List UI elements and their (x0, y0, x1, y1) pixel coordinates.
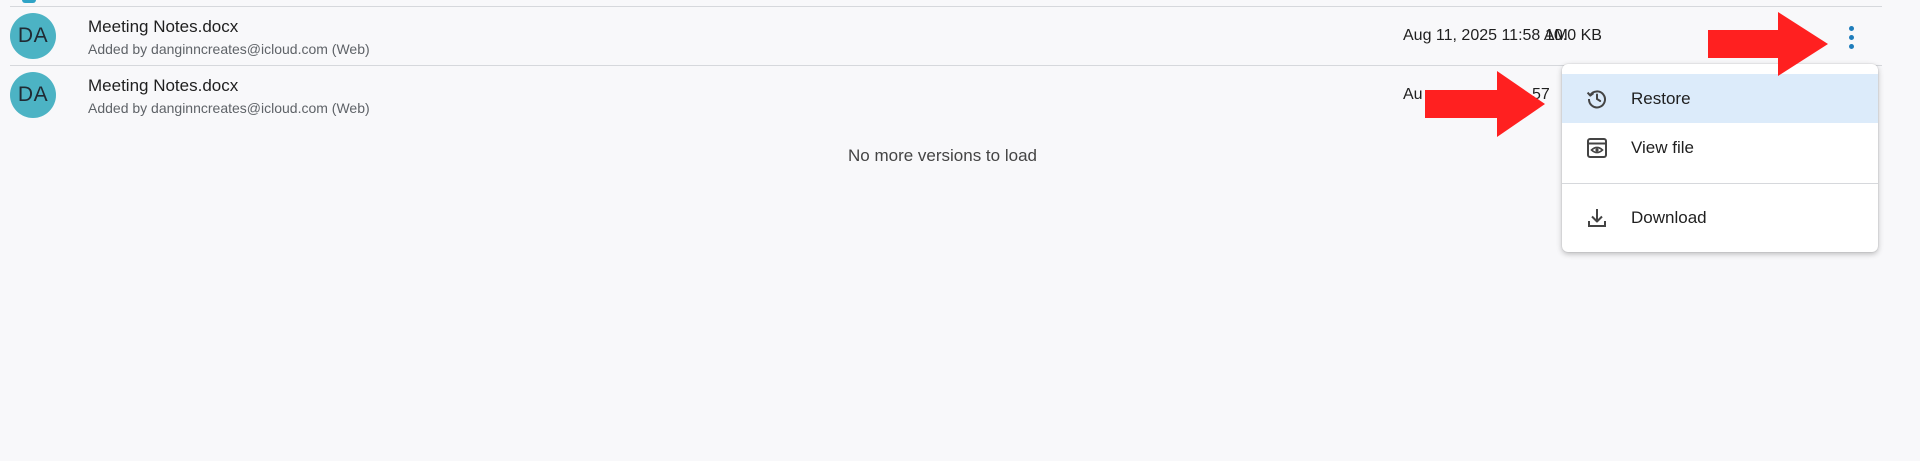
avatar: DA (10, 13, 56, 59)
menu-item-view-file[interactable]: View file (1562, 123, 1878, 172)
menu-item-label: View file (1631, 137, 1694, 157)
download-icon (1584, 205, 1610, 231)
file-size: 10.0 KB (1545, 27, 1602, 44)
annotation-arrow-icon (1425, 71, 1545, 137)
previous-row-indicator (22, 0, 36, 3)
version-context-menu: Restore View file Download (1562, 64, 1878, 252)
restore-history-icon (1584, 86, 1610, 112)
file-name: Meeting Notes.docx (88, 76, 239, 95)
file-name: Meeting Notes.docx (88, 17, 239, 36)
menu-item-restore[interactable]: Restore (1562, 74, 1878, 123)
version-row-1[interactable]: DA Meeting Notes.docx Added by danginncr… (0, 7, 1920, 65)
added-by-text: Added by danginncreates@icloud.com (Web) (88, 100, 370, 116)
annotation-arrow-icon (1708, 12, 1828, 76)
added-by-text: Added by danginncreates@icloud.com (Web) (88, 41, 370, 57)
menu-item-download[interactable]: Download (1562, 193, 1878, 242)
menu-item-label: Download (1631, 207, 1707, 227)
more-options-icon[interactable] (1838, 19, 1864, 55)
version-date: Aug 11, 2025 11:58 AM (1403, 27, 1568, 44)
menu-separator (1562, 183, 1878, 184)
avatar: DA (10, 72, 56, 118)
version-date-partial: Au (1403, 86, 1423, 103)
menu-item-label: Restore (1631, 88, 1691, 108)
view-file-icon (1584, 135, 1610, 161)
